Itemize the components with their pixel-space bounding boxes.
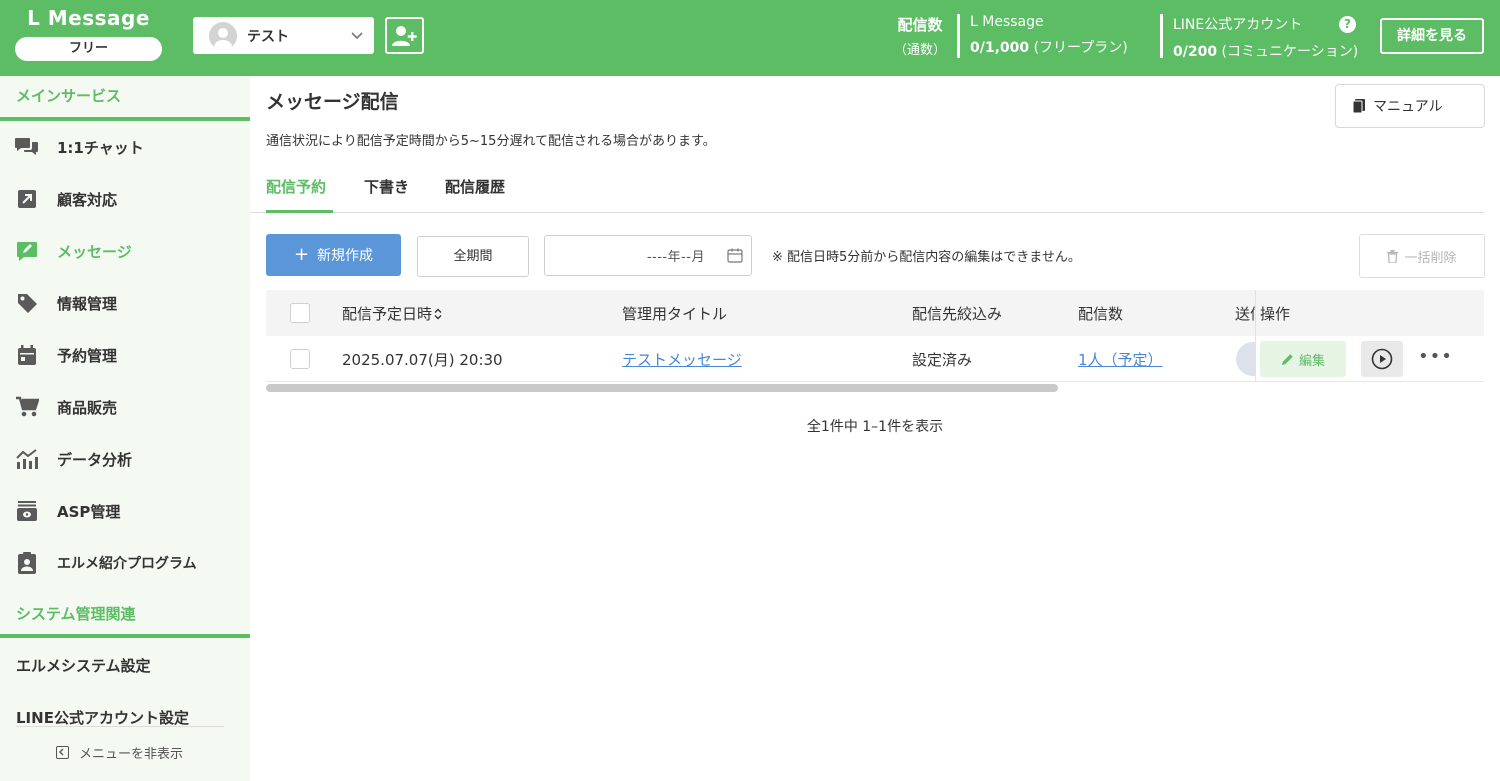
all-period-button[interactable]: 全期間 xyxy=(417,236,529,277)
account-selector[interactable]: テスト xyxy=(193,17,374,54)
column-header-datetime[interactable]: 配信予定日時 xyxy=(342,303,442,324)
trash-icon xyxy=(1387,249,1399,263)
help-icon[interactable]: ? xyxy=(1339,16,1356,33)
calendar-icon xyxy=(15,343,39,367)
new-message-button[interactable]: + 新規作成 xyxy=(266,234,401,276)
active-tab-indicator xyxy=(266,210,333,213)
plan-badge: フリー xyxy=(15,37,162,61)
tab-drafts[interactable]: 下書き xyxy=(364,176,409,197)
sidebar-item-customer[interactable]: 顧客対応 xyxy=(0,173,250,225)
play-circle-icon xyxy=(1371,348,1393,370)
divider xyxy=(957,14,960,58)
bulk-delete-button[interactable]: 一括削除 xyxy=(1359,234,1485,278)
chevron-down-icon xyxy=(351,31,363,39)
collapse-icon xyxy=(56,746,69,759)
row-checkbox[interactable] xyxy=(290,349,310,369)
sidebar-item-label: 予約管理 xyxy=(57,346,118,365)
pagination-summary: 全1件中 1–1件を表示 xyxy=(806,419,944,435)
clipboard-user-icon xyxy=(15,551,39,575)
section-divider xyxy=(0,634,250,638)
message-edit-icon xyxy=(15,239,39,263)
sidebar-item-label: 情報管理 xyxy=(57,294,118,313)
sidebar-section-system: システム管理関連 xyxy=(16,605,136,623)
sender-avatar xyxy=(1236,342,1255,376)
add-account-button[interactable] xyxy=(385,17,424,54)
select-all-checkbox[interactable] xyxy=(290,303,310,323)
line-account-usage: LINE公式アカウント 0/200 (コミュニケーション) xyxy=(1173,17,1359,60)
row-title-link[interactable]: テストメッセージ xyxy=(622,349,742,370)
avatar xyxy=(209,21,237,50)
column-header-count: 配信数 xyxy=(1078,305,1124,323)
sidebar-item-label: エルメ紹介プログラム xyxy=(57,556,197,572)
more-options-icon[interactable]: ••• xyxy=(1418,346,1453,367)
column-header-sender: 送信 xyxy=(1235,305,1255,323)
sidebar-item-message[interactable]: メッセージ xyxy=(0,225,250,277)
calendar-icon xyxy=(727,248,743,263)
column-header-title: 管理用タイトル xyxy=(622,305,728,323)
row-datetime: 2025.07.07(月) 20:30 xyxy=(342,351,503,369)
plus-icon: + xyxy=(293,244,310,265)
divider xyxy=(16,726,224,727)
sidebar-item-label: メッセージ xyxy=(57,242,132,261)
sidebar-item-referral[interactable]: エルメ紹介プログラム xyxy=(0,537,250,589)
book-icon xyxy=(1353,99,1365,113)
sort-icon xyxy=(434,308,442,320)
add-user-icon xyxy=(391,25,417,46)
month-picker-input[interactable]: ----年--月 xyxy=(544,235,752,276)
sidebar-section-main: メインサービス xyxy=(16,87,122,105)
column-header-actions: 操作 xyxy=(1260,305,1291,323)
tab-history[interactable]: 配信履歴 xyxy=(445,176,505,197)
sidebar-item-analytics[interactable]: データ分析 xyxy=(0,433,250,485)
tabs-divider xyxy=(250,212,1484,213)
sticky-column-divider xyxy=(1255,290,1256,382)
sidebar-item-label: ASP管理 xyxy=(57,502,121,521)
sidebar-item-label: 1:1チャット xyxy=(57,138,144,157)
manual-button[interactable]: マニュアル xyxy=(1335,84,1485,128)
sidebar-item-reservation[interactable]: 予約管理 xyxy=(0,329,250,381)
row-filter: 設定済み xyxy=(912,351,973,369)
brand-logo: L Message xyxy=(27,6,150,30)
sidebar-item-label: データ分析 xyxy=(57,450,133,469)
details-button[interactable]: 詳細を見る xyxy=(1380,18,1484,54)
sidebar-item-label: 商品販売 xyxy=(57,398,118,417)
row-count-link[interactable]: 1人（予定） xyxy=(1078,349,1163,370)
preview-button[interactable] xyxy=(1361,341,1403,377)
chart-icon xyxy=(15,447,39,471)
sidebar-item-lme-settings[interactable]: エルメシステム設定 xyxy=(16,655,151,676)
lmessage-usage: L Message 0/1,000 (フリープラン) xyxy=(970,14,1128,56)
pencil-icon xyxy=(1281,353,1293,365)
horizontal-scrollbar[interactable] xyxy=(266,384,1058,392)
sidebar-item-info[interactable]: 情報管理 xyxy=(0,277,250,329)
sidebar-item-line-settings[interactable]: LINE公式アカウント設定 xyxy=(16,707,189,728)
asp-icon xyxy=(15,499,39,523)
page-title: メッセージ配信 xyxy=(266,91,399,113)
table-header: 配信予定日時 管理用タイトル 配信先絞込み 配信数 送信 操作 xyxy=(266,290,1484,336)
account-name: テスト xyxy=(247,28,289,45)
edit-restriction-note: ※ 配信日時5分前から配信内容の編集はできません。 xyxy=(772,250,1081,265)
edit-button[interactable]: 編集 xyxy=(1260,341,1346,377)
sidebar-item-label: 顧客対応 xyxy=(57,190,118,209)
tab-scheduled[interactable]: 配信予約 xyxy=(266,176,326,197)
sidebar-item-chat[interactable]: 1:1チャット xyxy=(0,121,250,173)
arrow-up-right-icon xyxy=(15,187,39,211)
hide-menu-button[interactable]: メニューを非表示 xyxy=(56,743,183,762)
sidebar-item-asp[interactable]: ASP管理 xyxy=(0,485,250,537)
tag-icon xyxy=(15,291,39,315)
top-header: L Message フリー テスト 配信数 （通数） L Message 0/1… xyxy=(0,0,1500,76)
chat-icon xyxy=(15,135,39,159)
column-header-filter: 配信先絞込み xyxy=(912,305,1003,323)
delivery-count-label: 配信数 （通数） xyxy=(893,16,946,58)
divider xyxy=(1160,14,1163,58)
delivery-delay-notice: 通信状況により配信予定時間から5~15分遅れて配信される場合があります。 xyxy=(266,134,716,149)
